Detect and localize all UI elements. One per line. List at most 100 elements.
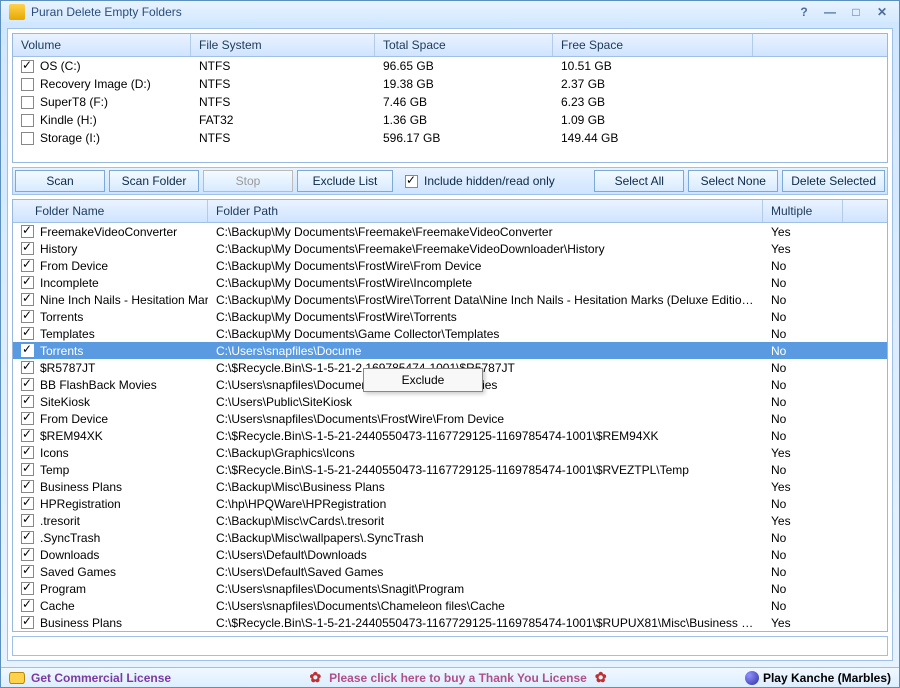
col-header-free[interactable]: Free Space — [553, 34, 753, 56]
result-checkbox[interactable] — [21, 378, 34, 391]
result-row[interactable]: Business PlansC:\$Recycle.Bin\S-1-5-21-2… — [13, 614, 887, 631]
result-row[interactable]: $REM94XKC:\$Recycle.Bin\S-1-5-21-2440550… — [13, 427, 887, 444]
result-row[interactable]: From DeviceC:\Backup\My Documents\FrostW… — [13, 257, 887, 274]
minimize-button[interactable]: — — [821, 5, 839, 19]
volume-total: 96.65 GB — [375, 59, 553, 73]
select-none-button[interactable]: Select None — [688, 170, 778, 192]
result-row[interactable]: .tresoritC:\Backup\Misc\vCards\.tresorit… — [13, 512, 887, 529]
result-folder-path: C:\$Recycle.Bin\S-1-5-21-2440550473-1167… — [208, 463, 763, 477]
volume-row[interactable]: Recovery Image (D:)NTFS19.38 GB2.37 GB — [13, 75, 887, 93]
result-folder-path: C:\Users\snapfiles\Documents\Snagit\Prog… — [208, 582, 763, 596]
result-multiple: No — [763, 412, 843, 426]
result-folder-name: Temp — [40, 463, 69, 477]
volume-checkbox[interactable] — [21, 96, 34, 109]
volume-row[interactable]: Kindle (H:)FAT321.36 GB1.09 GB — [13, 111, 887, 129]
result-checkbox[interactable] — [21, 599, 34, 612]
thank-you-license-link[interactable]: ✿ Please click here to buy a Thank You L… — [171, 669, 745, 686]
result-checkbox[interactable] — [21, 480, 34, 493]
volume-checkbox[interactable] — [21, 78, 34, 91]
toolbar: Scan Scan Folder Stop Exclude List Inclu… — [12, 167, 888, 195]
result-folder-name: Saved Games — [40, 565, 116, 579]
result-row[interactable]: TorrentsC:\Backup\My Documents\FrostWire… — [13, 308, 887, 325]
col-header-total[interactable]: Total Space — [375, 34, 553, 56]
volume-row[interactable]: SuperT8 (F:)NTFS7.46 GB6.23 GB — [13, 93, 887, 111]
result-checkbox[interactable] — [21, 276, 34, 289]
result-row[interactable]: Nine Inch Nails - Hesitation Marks...C:\… — [13, 291, 887, 308]
play-kanche-link[interactable]: Play Kanche (Marbles) — [745, 671, 891, 685]
result-row[interactable]: HPRegistrationC:\hp\HPQWare\HPRegistrati… — [13, 495, 887, 512]
col-header-folder-path[interactable]: Folder Path — [208, 200, 763, 222]
result-multiple: No — [763, 310, 843, 324]
volume-row[interactable]: Storage (I:)NTFS596.17 GB149.44 GB — [13, 129, 887, 147]
result-checkbox[interactable] — [21, 344, 34, 357]
result-row[interactable]: From DeviceC:\Users\snapfiles\Documents\… — [13, 410, 887, 427]
result-checkbox[interactable] — [21, 327, 34, 340]
result-row[interactable]: CacheC:\Users\snapfiles\Documents\Chamel… — [13, 597, 887, 614]
result-checkbox[interactable] — [21, 463, 34, 476]
volume-checkbox[interactable] — [21, 132, 34, 145]
result-row[interactable]: Business PlansC:\Backup\Misc\Business Pl… — [13, 478, 887, 495]
result-row[interactable]: Temp C:\$Recycle.Bin\S-1-5-21-2440550473-… — [13, 461, 887, 478]
result-row[interactable]: IncompleteC:\Backup\My Documents\FrostWi… — [13, 274, 887, 291]
maximize-button[interactable]: □ — [847, 5, 865, 19]
result-checkbox[interactable] — [21, 565, 34, 578]
result-folder-name: Torrents — [40, 310, 83, 324]
col-header-volume[interactable]: Volume — [13, 34, 191, 56]
result-checkbox[interactable] — [21, 582, 34, 595]
result-checkbox[interactable] — [21, 514, 34, 527]
volume-checkbox[interactable] — [21, 114, 34, 127]
volume-name: Recovery Image (D:) — [40, 77, 151, 91]
result-row[interactable]: TemplatesC:\Backup\My Documents\Game Col… — [13, 325, 887, 342]
result-checkbox[interactable] — [21, 531, 34, 544]
result-checkbox[interactable] — [21, 616, 34, 629]
result-checkbox[interactable] — [21, 446, 34, 459]
result-row[interactable]: ProgramC:\Users\snapfiles\Documents\Snag… — [13, 580, 887, 597]
result-folder-name: From Device — [40, 259, 108, 273]
result-row[interactable]: .SyncTrashC:\Backup\Misc\wallpapers\.Syn… — [13, 529, 887, 546]
col-header-multiple[interactable]: Multiple — [763, 200, 843, 222]
result-folder-name: Downloads — [40, 548, 99, 562]
commercial-license-link[interactable]: Get Commercial License — [9, 671, 171, 685]
scan-folder-button[interactable]: Scan Folder — [109, 170, 199, 192]
result-checkbox[interactable] — [21, 429, 34, 442]
volume-fs: NTFS — [191, 131, 375, 145]
result-checkbox[interactable] — [21, 548, 34, 561]
scan-button[interactable]: Scan — [15, 170, 105, 192]
result-checkbox[interactable] — [21, 412, 34, 425]
result-row[interactable]: DownloadsC:\Users\Default\DownloadsNo — [13, 546, 887, 563]
result-folder-path: C:\Backup\My Documents\Freemake\Freemake… — [208, 225, 763, 239]
result-row[interactable]: HistoryC:\Backup\My Documents\Freemake\F… — [13, 240, 887, 257]
close-button[interactable]: ✕ — [873, 5, 891, 19]
status-strip — [12, 636, 888, 656]
result-row[interactable]: SiteKioskC:\Users\Public\SiteKioskNo — [13, 393, 887, 410]
result-checkbox[interactable] — [21, 361, 34, 374]
col-header-folder-name[interactable]: Folder Name — [13, 200, 208, 222]
col-header-filesystem[interactable]: File System — [191, 34, 375, 56]
volume-row[interactable]: OS (C:)NTFS96.65 GB10.51 GB — [13, 57, 887, 75]
result-multiple: No — [763, 548, 843, 562]
result-checkbox[interactable] — [21, 293, 34, 306]
volume-checkbox[interactable] — [21, 60, 34, 73]
result-checkbox[interactable] — [21, 395, 34, 408]
result-checkbox[interactable] — [21, 259, 34, 272]
exclude-list-button[interactable]: Exclude List — [297, 170, 393, 192]
context-exclude-item[interactable]: Exclude — [364, 369, 482, 391]
delete-selected-button[interactable]: Delete Selected — [782, 170, 885, 192]
result-checkbox[interactable] — [21, 310, 34, 323]
help-button[interactable]: ? — [795, 5, 813, 19]
ribbon-icon: ✿ — [595, 669, 607, 686]
include-hidden-checkbox[interactable]: Include hidden/read only — [405, 174, 555, 188]
result-multiple: No — [763, 497, 843, 511]
drum-icon — [9, 672, 25, 684]
result-multiple: No — [763, 361, 843, 375]
result-row[interactable]: FreemakeVideoConverterC:\Backup\My Docum… — [13, 223, 887, 240]
result-checkbox[interactable] — [21, 225, 34, 238]
result-row[interactable]: IconsC:\Backup\Graphics\IconsYes — [13, 444, 887, 461]
volumes-header: Volume File System Total Space Free Spac… — [13, 34, 887, 57]
select-all-button[interactable]: Select All — [594, 170, 684, 192]
result-checkbox[interactable] — [21, 242, 34, 255]
result-row[interactable]: TorrentsC:\Users\snapfiles\DocumeNo — [13, 342, 887, 359]
result-row[interactable]: Saved GamesC:\Users\Default\Saved GamesN… — [13, 563, 887, 580]
result-multiple: No — [763, 582, 843, 596]
result-checkbox[interactable] — [21, 497, 34, 510]
